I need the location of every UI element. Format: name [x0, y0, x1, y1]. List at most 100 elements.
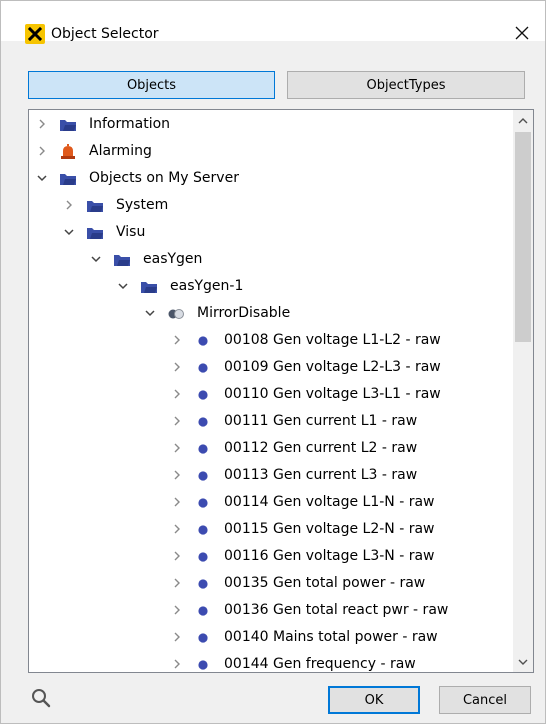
tree-row[interactable]: 00140 Mains total power - raw [29, 624, 513, 651]
chevron-right-icon[interactable] [62, 198, 76, 212]
chevron-right-icon[interactable] [170, 657, 184, 671]
tab-object-types[interactable]: ObjectTypes [287, 71, 525, 99]
tree-item-label: easYgen-1 [170, 278, 244, 294]
chevron-right-icon[interactable] [170, 414, 184, 428]
tree-item-label: 00135 Gen total power - raw [224, 575, 426, 591]
tree-row[interactable]: 00144 Gen frequency - raw [29, 651, 513, 672]
chevron-right-icon[interactable] [35, 117, 49, 131]
tree-row[interactable]: 00109 Gen voltage L2-L3 - raw [29, 354, 513, 381]
chevron-right-icon[interactable] [35, 144, 49, 158]
chevron-right-icon[interactable] [170, 360, 184, 374]
variable-dot-icon [194, 360, 212, 376]
ok-button[interactable]: OK [328, 686, 420, 714]
tree-row[interactable]: easYgen-1 [29, 273, 513, 300]
folder-icon [86, 225, 104, 241]
tree-item-label: Visu [116, 224, 146, 240]
tree-row[interactable]: 00136 Gen total react pwr - raw [29, 597, 513, 624]
variable-dot-icon [194, 387, 212, 403]
tree-item-label: 00144 Gen frequency - raw [224, 656, 416, 672]
tree-row[interactable]: 00108 Gen voltage L1-L2 - raw [29, 327, 513, 354]
object-link-icon [167, 306, 185, 322]
tree-row[interactable]: Visu [29, 219, 513, 246]
tree-row[interactable]: 00115 Gen voltage L2-N - raw [29, 516, 513, 543]
tree-item-label: 00112 Gen current L2 - raw [224, 440, 418, 456]
variable-dot-icon [194, 333, 212, 349]
tree-item-label: 00108 Gen voltage L1-L2 - raw [224, 332, 441, 348]
app-logo-icon [25, 24, 45, 44]
tree-item-label: Objects on My Server [89, 170, 239, 186]
tree-row[interactable]: System [29, 192, 513, 219]
cancel-button[interactable]: Cancel [439, 686, 531, 714]
chevron-right-icon[interactable] [170, 576, 184, 590]
tree-row[interactable]: Objects on My Server [29, 165, 513, 192]
tree-item-label: 00114 Gen voltage L1-N - raw [224, 494, 435, 510]
tree-item-label: 00140 Mains total power - raw [224, 629, 438, 645]
tree-row[interactable]: 00135 Gen total power - raw [29, 570, 513, 597]
title-bar: Object Selector [1, 1, 545, 44]
tree-item-label: System [116, 197, 169, 213]
tree-row[interactable]: Information [29, 111, 513, 138]
variable-dot-icon [194, 603, 212, 619]
chevron-right-icon[interactable] [170, 333, 184, 347]
chevron-right-icon[interactable] [170, 522, 184, 536]
chevron-down-icon[interactable] [116, 279, 130, 293]
tree-row[interactable]: 00116 Gen voltage L3-N - raw [29, 543, 513, 570]
chevron-right-icon[interactable] [170, 441, 184, 455]
tree-row[interactable]: easYgen [29, 246, 513, 273]
variable-dot-icon [194, 576, 212, 592]
scroll-up-button[interactable] [513, 110, 533, 130]
chevron-right-icon[interactable] [170, 387, 184, 401]
scroll-down-button[interactable] [513, 652, 533, 672]
variable-dot-icon [194, 414, 212, 430]
variable-dot-icon [194, 468, 212, 484]
chevron-down-icon[interactable] [143, 306, 157, 320]
tree-row[interactable]: 00113 Gen current L3 - raw [29, 462, 513, 489]
folder-icon [113, 252, 131, 268]
close-button[interactable] [507, 19, 537, 47]
chevron-right-icon[interactable] [170, 603, 184, 617]
chevron-up-icon [518, 117, 528, 123]
chevron-right-icon[interactable] [170, 549, 184, 563]
tree-item-label: 00116 Gen voltage L3-N - raw [224, 548, 435, 564]
tree-item-label: 00111 Gen current L1 - raw [224, 413, 418, 429]
tree-row[interactable]: MirrorDisable [29, 300, 513, 327]
object-selector-dialog: Object Selector Objects ObjectTypes Info… [0, 0, 546, 724]
variable-dot-icon [194, 630, 212, 646]
variable-dot-icon [194, 441, 212, 457]
object-tabs: Objects ObjectTypes [28, 71, 525, 99]
search-icon[interactable] [30, 687, 52, 709]
chevron-right-icon[interactable] [170, 468, 184, 482]
tree-item-label: 00115 Gen voltage L2-N - raw [224, 521, 435, 537]
tree-item-label: 00109 Gen voltage L2-L3 - raw [224, 359, 441, 375]
tree-item-label: 00113 Gen current L3 - raw [224, 467, 418, 483]
tree-item-label: easYgen [143, 251, 203, 267]
tree-row[interactable]: 00110 Gen voltage L3-L1 - raw [29, 381, 513, 408]
vertical-scrollbar[interactable] [513, 110, 533, 672]
tree-row[interactable]: 00111 Gen current L1 - raw [29, 408, 513, 435]
tree-row[interactable]: Alarming [29, 138, 513, 165]
folder-icon [59, 171, 77, 187]
chevron-down-icon[interactable] [35, 171, 49, 185]
chevron-right-icon[interactable] [170, 495, 184, 509]
chevron-down-icon [518, 659, 528, 665]
folder-icon [140, 279, 158, 295]
scrollbar-thumb[interactable] [515, 132, 531, 342]
tree-item-label: MirrorDisable [197, 305, 291, 321]
variable-dot-icon [194, 549, 212, 565]
chevron-right-icon[interactable] [170, 630, 184, 644]
tree-item-label: 00110 Gen voltage L3-L1 - raw [224, 386, 441, 402]
tree-item-label: 00136 Gen total react pwr - raw [224, 602, 449, 618]
close-icon [515, 26, 529, 40]
chevron-down-icon[interactable] [62, 225, 76, 239]
alarm-bell-icon [59, 144, 77, 160]
object-tree: Information Alarming Objects on My Server S… [29, 110, 513, 672]
tab-objects[interactable]: Objects [28, 71, 275, 99]
object-tree-panel: Information Alarming Objects on My Server S… [28, 109, 534, 673]
chevron-down-icon[interactable] [89, 252, 103, 266]
tree-item-label: Alarming [89, 143, 152, 159]
window-title: Object Selector [51, 26, 159, 42]
tree-row[interactable]: 00112 Gen current L2 - raw [29, 435, 513, 462]
variable-dot-icon [194, 522, 212, 538]
tree-item-label: Information [89, 116, 171, 132]
tree-row[interactable]: 00114 Gen voltage L1-N - raw [29, 489, 513, 516]
